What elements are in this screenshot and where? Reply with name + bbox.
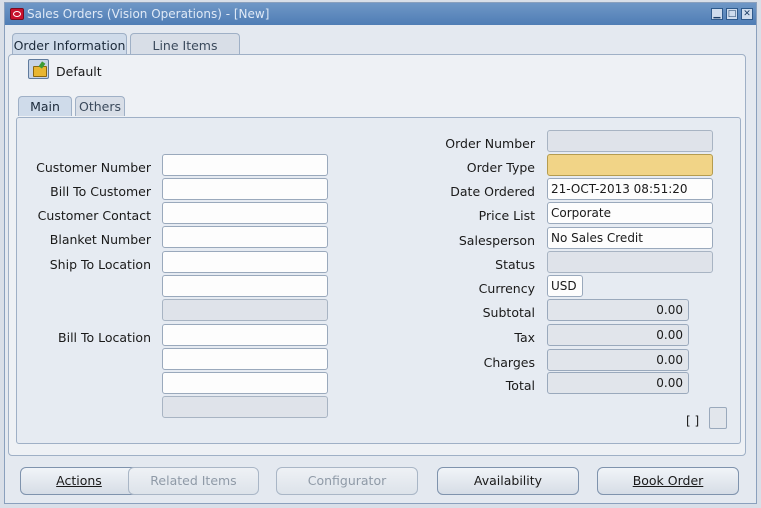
configurator-button-label: Configurator — [307, 473, 387, 488]
close-icon[interactable]: ✕ — [741, 8, 753, 20]
price-list-field[interactable]: Corporate — [547, 202, 713, 224]
availability-button[interactable]: Availability — [437, 467, 579, 495]
tax-field: 0.00 — [547, 324, 689, 346]
bill-to-customer-label: Bill To Customer — [50, 184, 151, 199]
total-field: 0.00 — [547, 372, 689, 394]
subtotal-field: 0.00 — [547, 299, 689, 321]
book-order-button[interactable]: Book Order — [597, 467, 739, 495]
book-order-button-label: Book Order — [632, 473, 704, 488]
charges-label: Charges — [483, 355, 535, 370]
title-bar[interactable]: Sales Orders (Vision Operations) - [New]… — [5, 3, 756, 25]
actions-button[interactable]: Actions — [20, 467, 138, 495]
bill-to-address-line-1[interactable] — [162, 348, 328, 370]
currency-label: Currency — [478, 281, 535, 296]
availability-button-label: Availability — [473, 473, 543, 488]
bill-to-location-label: Bill To Location — [58, 330, 151, 345]
bill-to-address-line-2[interactable] — [162, 372, 328, 394]
customer-number-field[interactable] — [162, 154, 328, 176]
minimize-icon[interactable]: ▁ — [711, 8, 723, 20]
blanket-number-field[interactable] — [162, 226, 328, 248]
oracle-logo-icon — [10, 8, 24, 20]
bill-to-address-line-3 — [162, 396, 328, 418]
window-title: Sales Orders (Vision Operations) - [New] — [27, 7, 270, 21]
salesperson-field[interactable]: No Sales Credit — [547, 227, 713, 249]
ship-to-address-line-1[interactable] — [162, 275, 328, 297]
blanket-number-label: Blanket Number — [49, 232, 151, 247]
price-list-label: Price List — [478, 208, 535, 223]
order-number-label: Order Number — [445, 136, 535, 151]
status-label: Status — [495, 257, 535, 272]
folder-open-icon[interactable] — [28, 59, 49, 79]
order-type-label: Order Type — [466, 160, 535, 175]
ship-to-location-label: Ship To Location — [49, 257, 151, 272]
bill-to-customer-field[interactable] — [162, 178, 328, 200]
tab-main[interactable]: Main — [18, 96, 72, 116]
order-number-field — [547, 130, 713, 152]
date-ordered-label: Date Ordered — [450, 184, 535, 199]
configurator-button[interactable]: Configurator — [276, 467, 418, 495]
customer-contact-label: Customer Contact — [37, 208, 151, 223]
tab-others[interactable]: Others — [75, 96, 125, 116]
subtotal-label: Subtotal — [482, 305, 535, 320]
descriptive-flexfield-box[interactable] — [709, 407, 727, 429]
customer-number-label: Customer Number — [36, 160, 151, 175]
date-ordered-field[interactable]: 21-OCT-2013 08:51:20 — [547, 178, 713, 200]
status-field — [547, 251, 713, 273]
actions-button-label: Actions — [56, 473, 102, 488]
customer-contact-field[interactable] — [162, 202, 328, 224]
maximize-icon[interactable]: □ — [726, 8, 738, 20]
order-type-field[interactable] — [547, 154, 713, 176]
default-label: Default — [56, 64, 102, 79]
total-label: Total — [505, 378, 535, 393]
ship-to-address-line-2 — [162, 299, 328, 321]
ship-to-location-field[interactable] — [162, 251, 328, 273]
bill-to-location-field[interactable] — [162, 324, 328, 346]
currency-field[interactable]: USD — [547, 275, 583, 297]
charges-field: 0.00 — [547, 349, 689, 371]
related-items-button[interactable]: Related Items — [128, 467, 259, 495]
tax-label: Tax — [514, 330, 535, 345]
salesperson-label: Salesperson — [458, 233, 535, 248]
bracket-indicator[interactable]: [ ] — [686, 414, 699, 428]
related-items-button-label: Related Items — [150, 473, 237, 488]
